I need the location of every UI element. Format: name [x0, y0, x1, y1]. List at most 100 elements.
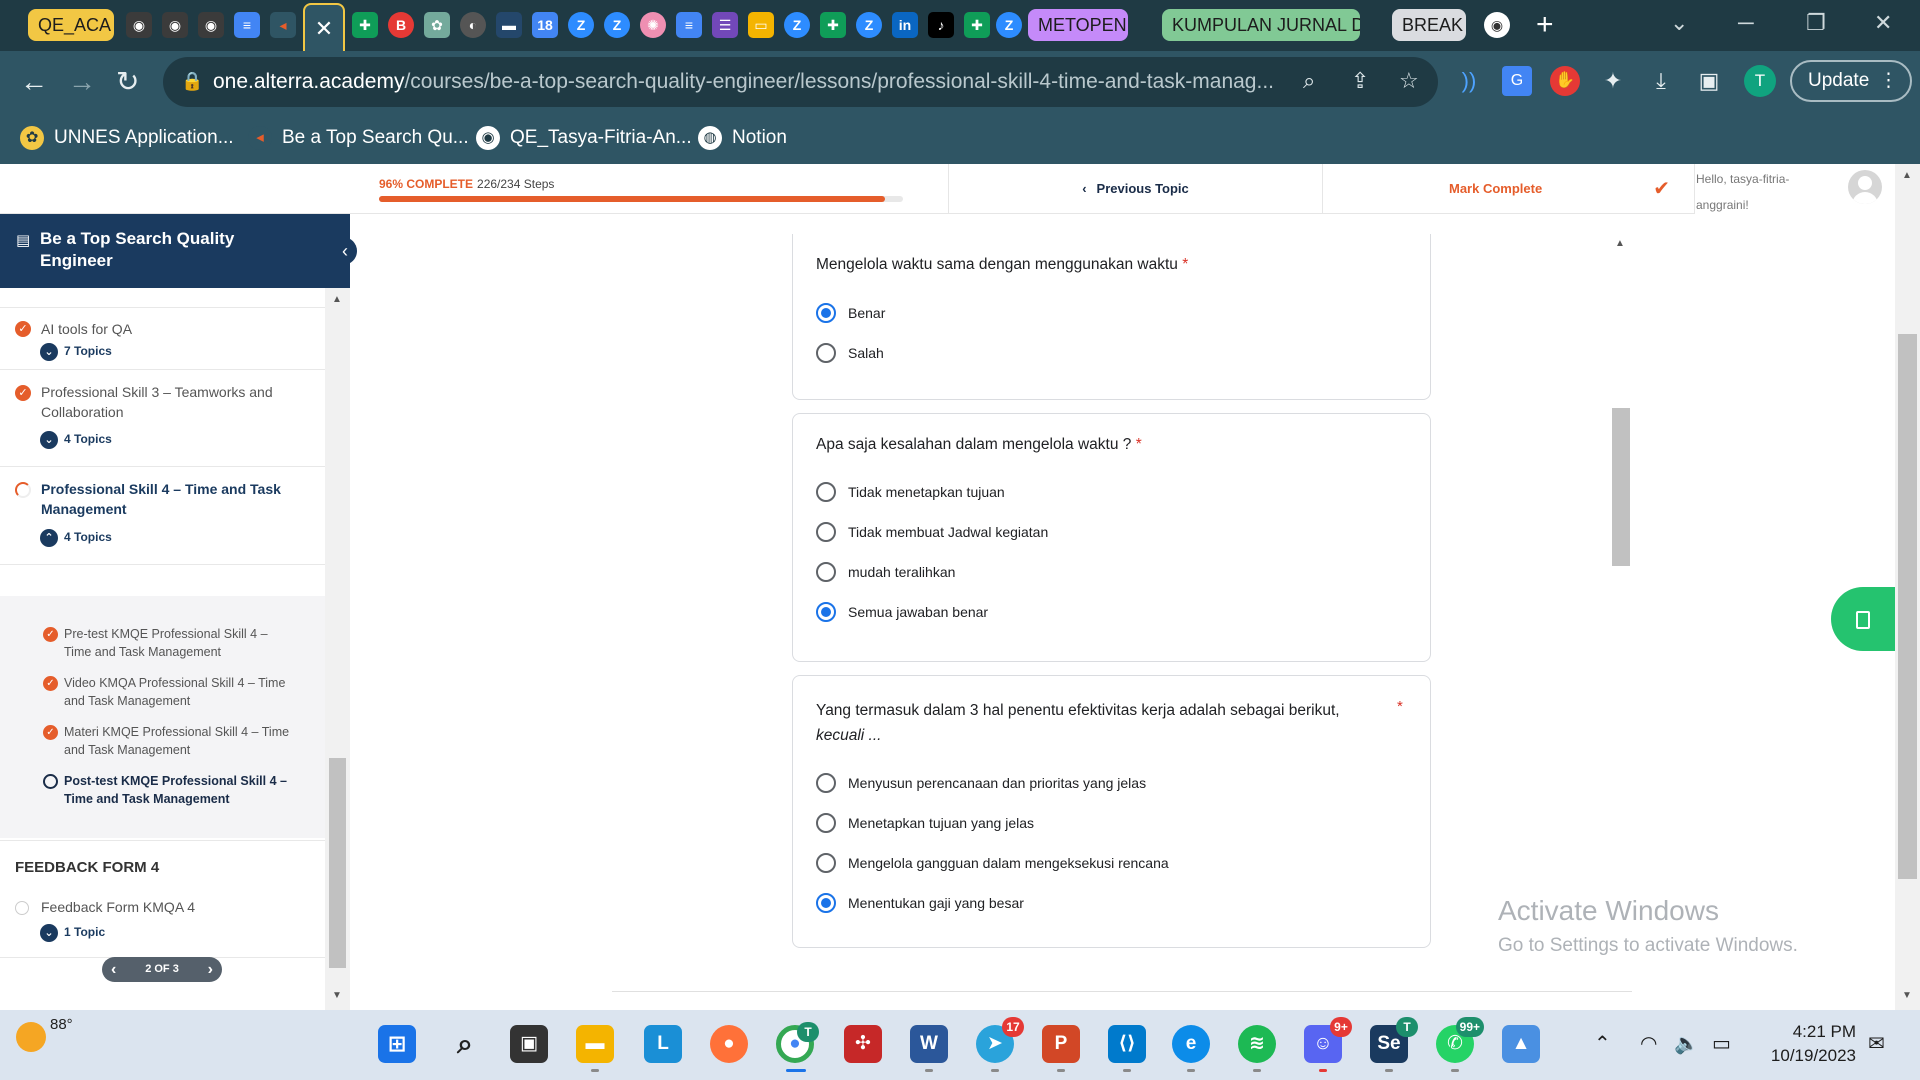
pager-prev-icon[interactable]: ‹ — [111, 957, 116, 982]
calendar-tab-icon[interactable]: 18 — [532, 12, 558, 38]
windows-start-icon[interactable]: ⊞ — [378, 1025, 416, 1063]
sheets-tab-icon[interactable]: ✚ — [352, 12, 378, 38]
slides-tab-icon[interactable]: ▭ — [748, 12, 774, 38]
notification-icon[interactable]: ✉ — [1868, 1031, 1885, 1056]
search-icon[interactable]: ⌕ — [446, 1025, 484, 1063]
reload-icon[interactable]: ↻ — [116, 65, 139, 99]
radio-icon[interactable] — [816, 343, 836, 364]
chatgpt-tab-icon[interactable]: ✿ — [424, 12, 450, 38]
floating-chat-button[interactable] — [1831, 587, 1895, 651]
scroll-down-icon[interactable]: ▼ — [332, 990, 342, 1001]
collapse-sidebar-button[interactable]: ‹ — [333, 237, 357, 265]
show-hidden-icons[interactable]: ⌃ — [1594, 1031, 1611, 1056]
radio-selected-icon[interactable] — [816, 893, 836, 914]
tab-group-kumpulan-jurnal[interactable]: KUMPULAN JURNAL D — [1162, 9, 1360, 41]
forward-icon[interactable]: → — [68, 65, 96, 99]
active-tab-close-icon[interactable]: ✕ — [303, 3, 345, 51]
radio-icon[interactable] — [816, 853, 836, 874]
scrollbar-thumb[interactable] — [1612, 408, 1630, 566]
quiz-scrollbar[interactable]: ▲ ▼ — [1610, 238, 1632, 1010]
answer-option[interactable]: Salah — [816, 342, 884, 364]
side-panel-icon[interactable]: ▣ — [1694, 66, 1724, 96]
update-button[interactable]: Update ⋮ — [1790, 60, 1912, 102]
lesson-item-current[interactable]: Post-test KMQE Professional Skill 4 – Ti… — [64, 772, 294, 808]
answer-option[interactable]: Tidak membuat Jadwal kegiatan — [816, 521, 1048, 543]
github-tab-icon[interactable]: ◉ — [162, 12, 188, 38]
linkedin-tab-icon[interactable]: in — [892, 12, 918, 38]
firefox-icon[interactable]: ● — [710, 1025, 748, 1063]
radio-icon[interactable] — [816, 482, 836, 503]
feedback-item[interactable]: Feedback Form KMQA 4 — [41, 897, 311, 917]
sidebar-scrollbar[interactable]: ▲ ▼ — [325, 288, 350, 1010]
sheets-tab-icon[interactable]: ✚ — [820, 12, 846, 38]
photos-icon[interactable]: ▲ — [1502, 1025, 1540, 1063]
sidebar-section-ai-tools[interactable]: ✓ AI tools for QA ⌄ 7 Topics — [0, 308, 325, 370]
more-menu-icon[interactable]: ⋮ — [1879, 62, 1898, 100]
docs-tab-icon[interactable]: ≡ — [676, 12, 702, 38]
profile-avatar[interactable]: T — [1744, 65, 1776, 97]
answer-option[interactable]: mudah teralihkan — [816, 561, 955, 583]
page-scrollbar[interactable]: ▲ ▼ — [1895, 164, 1920, 1010]
extension-audio-icon[interactable]: )) — [1454, 66, 1484, 96]
scroll-up-icon[interactable]: ▲ — [1902, 170, 1912, 181]
zoom-tab-icon[interactable]: Z — [784, 12, 810, 38]
vscode-icon[interactable]: ⟨⟩ — [1108, 1025, 1146, 1063]
radio-icon[interactable] — [816, 773, 836, 794]
radio-icon[interactable] — [816, 813, 836, 834]
bookmark-star-icon[interactable]: ☆ — [1399, 68, 1419, 94]
bookmark-notion[interactable]: ◍ Notion — [698, 123, 787, 153]
zoom-tab-icon[interactable]: Z — [856, 12, 882, 38]
discord-icon[interactable]: ☺ 9+ — [1304, 1017, 1352, 1063]
bookmark-unnes[interactable]: ✿ UNNES Application... — [20, 123, 234, 153]
answer-option[interactable]: Menyusun perencanaan dan prioritas yang … — [816, 772, 1146, 794]
sidebar-section-skill-4[interactable]: Professional Skill 4 – Time and Task Man… — [0, 467, 325, 565]
mark-complete-button[interactable]: Mark Complete ✔ — [1322, 164, 1695, 214]
topics-toggle[interactable]: ⌃ 4 Topics — [40, 528, 112, 547]
minimize-icon[interactable]: ─ — [1738, 10, 1754, 36]
whatsapp-icon[interactable]: ✆ 99+ — [1436, 1017, 1484, 1063]
url-text[interactable]: one.alterra.academy/courses/be-a-top-sea… — [213, 70, 1274, 94]
telegram-icon[interactable]: ➤ 17 — [976, 1017, 1024, 1063]
new-tab-button[interactable]: + — [1536, 8, 1554, 42]
restore-icon[interactable]: ❐ — [1806, 10, 1826, 36]
answer-option[interactable]: Menetapkan tujuan yang jelas — [816, 812, 1034, 834]
topics-toggle[interactable]: ⌄ 7 Topics — [40, 342, 112, 361]
adblock-icon[interactable]: ✋ — [1550, 66, 1580, 96]
github-tab-icon[interactable]: ◉ — [198, 12, 224, 38]
tab-icon-b[interactable]: B — [388, 12, 414, 38]
sidebar-section[interactable] — [0, 288, 325, 308]
spotify-icon[interactable]: ≋ — [1238, 1025, 1276, 1063]
lesson-item[interactable]: Pre-test KMQE Professional Skill 4 – Tim… — [64, 625, 294, 661]
chrome-icon[interactable]: ● T — [776, 1022, 819, 1063]
previous-topic-button[interactable]: ‹ Previous Topic — [948, 164, 1322, 214]
user-avatar[interactable] — [1848, 170, 1882, 204]
l-app-icon[interactable]: L — [644, 1025, 682, 1063]
translate-icon[interactable]: G — [1502, 66, 1532, 96]
sidebar-section-skill-3[interactable]: ✓ Professional Skill 3 – Teamworks and C… — [0, 370, 325, 467]
scroll-down-icon[interactable]: ▼ — [1902, 990, 1912, 1001]
answer-option[interactable]: Mengelola gangguan dalam mengeksekusi re… — [816, 852, 1169, 874]
brain-tab-icon[interactable]: ✺ — [640, 12, 666, 38]
scrollbar-thumb[interactable] — [329, 758, 346, 968]
radio-icon[interactable] — [816, 522, 836, 543]
pager-next-icon[interactable]: › — [208, 957, 213, 982]
tab-group-break[interactable]: BREAK — [1392, 9, 1466, 41]
alterra-tab-icon[interactable]: ◂ — [270, 12, 296, 38]
scrollbar-thumb[interactable] — [1898, 334, 1917, 879]
tab-search-icon[interactable]: ⌄ — [1670, 10, 1688, 36]
answer-option[interactable]: Tidak menetapkan tujuan — [816, 481, 1005, 503]
volume-icon[interactable]: 🔈 — [1674, 1031, 1699, 1056]
zoom-tab-icon[interactable]: Z — [996, 12, 1022, 38]
close-window-icon[interactable]: ✕ — [1874, 10, 1892, 36]
docs-tab-icon[interactable]: ≡ — [234, 12, 260, 38]
edge-icon[interactable]: e — [1172, 1025, 1210, 1063]
answer-option[interactable]: Semua jawaban benar — [816, 601, 988, 623]
tab-icon-bar[interactable]: ▬ — [496, 12, 522, 38]
selenium-icon[interactable]: Se T — [1370, 1017, 1418, 1063]
powerpoint-icon[interactable]: P — [1042, 1025, 1080, 1063]
answer-option[interactable]: Benar — [816, 302, 885, 324]
wifi-icon[interactable]: ◠ — [1640, 1031, 1657, 1056]
clock[interactable]: 4:21 PM 10/19/2023 — [1740, 1020, 1856, 1068]
battery-icon[interactable]: ▭ — [1712, 1031, 1731, 1056]
tiktok-tab-icon[interactable]: ♪ — [928, 12, 954, 38]
